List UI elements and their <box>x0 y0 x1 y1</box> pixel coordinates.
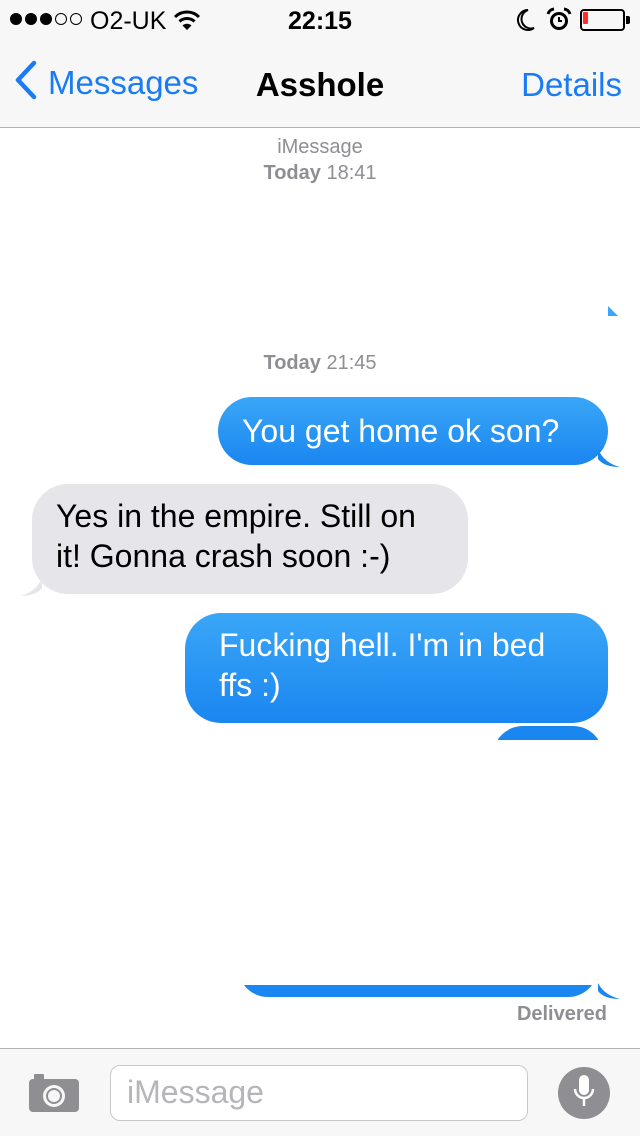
received-bubble-tail <box>20 578 42 596</box>
details-button[interactable]: Details <box>521 66 622 104</box>
message-input[interactable]: iMessage <box>110 1065 528 1121</box>
message-input-bar: iMessage <box>0 1048 640 1136</box>
service-label: iMessage <box>277 136 363 158</box>
timestamp: Today 21:45 <box>0 352 640 375</box>
microphone-icon <box>572 1074 596 1113</box>
status-time: 22:15 <box>288 7 352 35</box>
sent-message-bubble[interactable]: You get home ok son? <box>218 397 608 465</box>
message-text: You get home ok son? <box>242 413 560 449</box>
camera-icon <box>28 1074 80 1117</box>
navigation-bar: Messages Asshole Details <box>0 40 640 128</box>
timestamp-time: 21:45 <box>326 352 377 374</box>
sent-bubble-tail <box>598 983 620 999</box>
sent-bubble-tail <box>598 449 620 467</box>
partial-sent-bubble <box>238 985 608 997</box>
dictation-button[interactable] <box>558 1067 610 1119</box>
alarm-icon <box>546 7 572 38</box>
timestamp: Today 18:41 <box>0 162 640 185</box>
message-input-placeholder: iMessage <box>127 1074 264 1110</box>
timestamp-day: Today <box>263 352 321 374</box>
partial-sent-bubble <box>493 726 603 740</box>
battery-icon <box>580 9 630 31</box>
message-text: Yes in the empire. Still on it! Gonna cr… <box>56 498 416 574</box>
status-bar: O2-UK 22:15 <box>0 0 640 40</box>
received-message-bubble[interactable]: Yes in the empire. Still on it! Gonna cr… <box>32 484 468 594</box>
bubble-tail-fragment <box>608 306 618 316</box>
moon-icon <box>516 8 536 37</box>
battery-level-fill <box>583 12 588 24</box>
message-text: Fucking hell. I'm in bed ffs :) <box>219 627 546 703</box>
delivered-status: Delivered <box>516 1003 607 1025</box>
camera-button[interactable] <box>28 1073 80 1118</box>
sent-message-bubble[interactable]: Fucking hell. I'm in bed ffs :) <box>185 613 608 723</box>
timestamp-time: 18:41 <box>326 162 377 184</box>
timestamp-day: Today <box>263 162 321 184</box>
